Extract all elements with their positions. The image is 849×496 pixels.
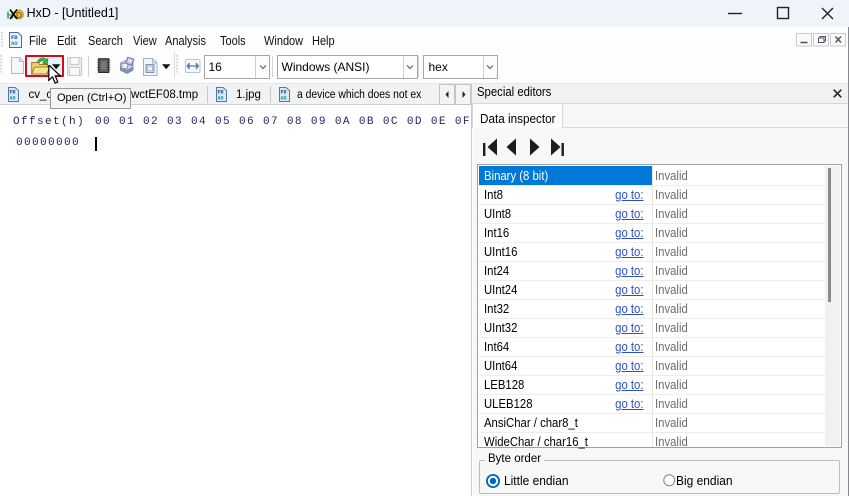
svg-text:AO: AO (217, 96, 223, 102)
svg-text:AO: AO (11, 40, 18, 47)
svg-text:AO: AO (281, 96, 287, 102)
svg-text:AO: AO (10, 96, 16, 102)
